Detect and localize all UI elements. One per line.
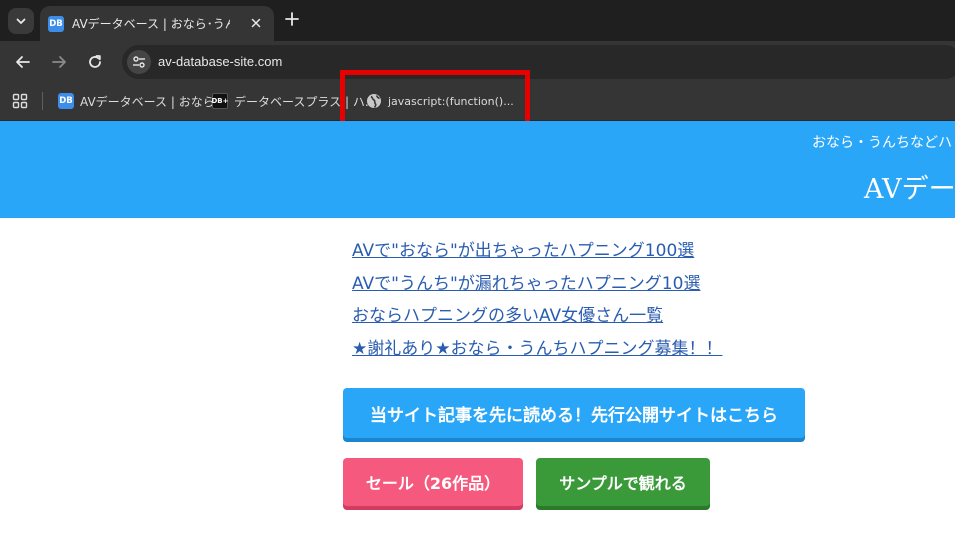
browser-tab-active[interactable]: DB AVデータベース | おなら･うんちなどハ: [40, 6, 274, 41]
link-list: AVで"おなら"が出ちゃったハプニング100選 AVで"うんち"が漏れちゃったハ…: [352, 238, 722, 368]
site-header: おなら・うんちなどハ AVデー: [0, 121, 955, 218]
tab-favicon: DB: [48, 15, 64, 32]
reload-button[interactable]: [84, 51, 106, 73]
link-poop-happenings[interactable]: AVで"うんち"が漏れちゃったハプニング10選: [352, 271, 722, 304]
back-button[interactable]: [12, 51, 34, 73]
reload-icon: [89, 55, 101, 68]
presale-site-button[interactable]: 当サイト記事を先に読める！先行公開サイトはこちら: [343, 388, 805, 438]
forward-button[interactable]: [48, 51, 70, 73]
bookmark-favicon: DB+: [212, 93, 229, 109]
link-submission[interactable]: ★謝礼あり★おなら・うんちハプニング募集！！: [352, 336, 722, 369]
link-fart-happenings[interactable]: AVで"おなら"が出ちゃったハプニング100選: [352, 238, 722, 271]
tab-strip: DB AVデータベース | おなら･うんちなどハ: [0, 0, 955, 41]
site-title[interactable]: AVデー: [864, 167, 955, 206]
bookmarks-divider: [42, 92, 43, 110]
arrow-right-icon: [52, 56, 66, 68]
tab-search-button[interactable]: [8, 8, 34, 34]
url-text[interactable]: av-database-site.com: [158, 54, 282, 69]
close-icon: [251, 18, 261, 28]
bookmark-av-database[interactable]: DB AVデータベース | おなら...: [58, 92, 226, 110]
tab-title: AVデータベース | おなら･うんちなどハ: [72, 17, 230, 31]
bookmark-label: AVデータベース | おなら...: [80, 94, 227, 109]
site-tagline: おなら・うんちなどハ: [812, 135, 952, 151]
sale-button[interactable]: セール（26作品）: [343, 458, 523, 506]
plus-icon: [285, 12, 299, 26]
link-actress-list[interactable]: おならハプニングの多いAV女優さん一覧: [352, 303, 722, 336]
new-tab-button[interactable]: [282, 9, 302, 29]
site-info-button[interactable]: [127, 50, 151, 74]
address-bar[interactable]: av-database-site.com: [122, 45, 955, 79]
apps-grid-icon[interactable]: [12, 93, 28, 109]
bookmark-favicon: DB: [58, 93, 74, 109]
tune-icon: [133, 56, 145, 68]
tab-close-button[interactable]: [248, 15, 264, 31]
arrow-left-icon: [16, 56, 30, 68]
chevron-down-icon: [16, 18, 26, 24]
sample-button[interactable]: サンプルで観れる: [536, 458, 710, 506]
